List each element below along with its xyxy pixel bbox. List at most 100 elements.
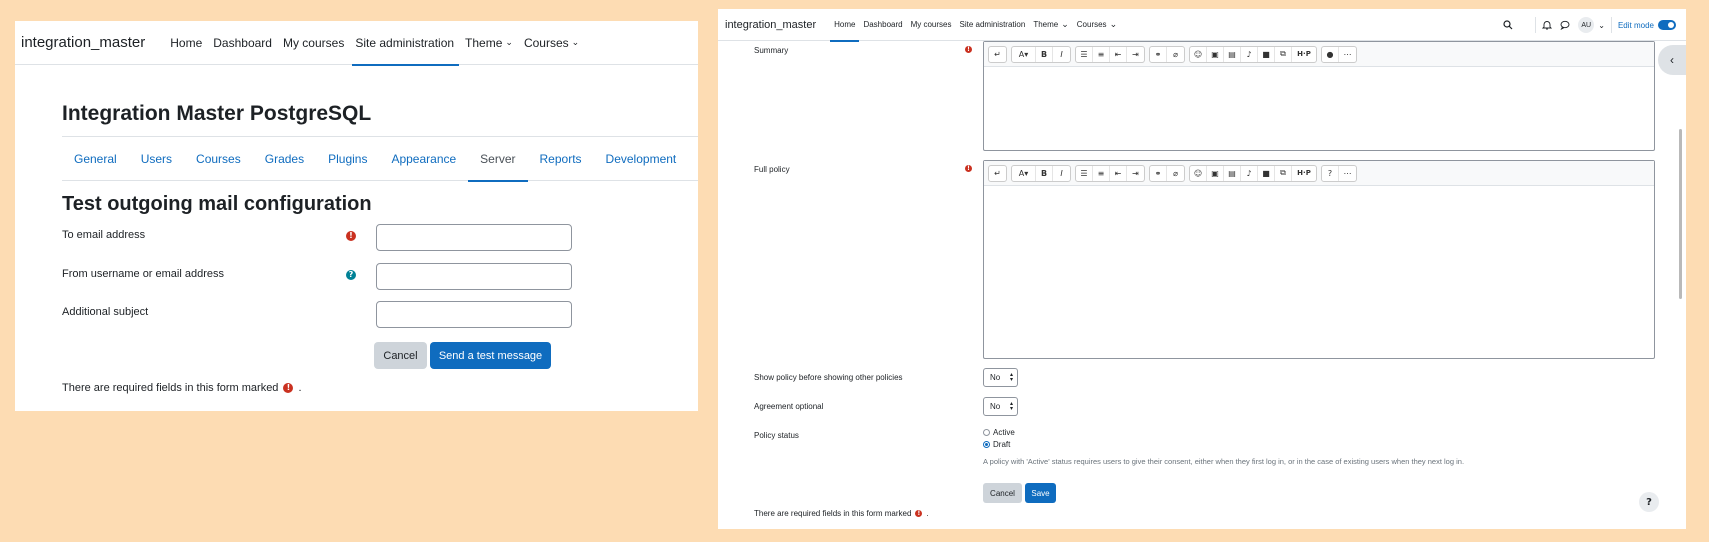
numbered-list-icon[interactable]: ≡ (1093, 46, 1110, 62)
indent-icon[interactable]: ⇥ (1127, 166, 1144, 181)
full-policy-editor: ↵ A▾ B I ☰ ≡ ⇤ ⇥ ⚭ ⌀ ☺ ▣ ▤ ♪ ■ ⧉ H·P ? ⋯ (983, 160, 1655, 359)
radio-button[interactable] (983, 429, 990, 436)
undo-icon[interactable]: ↵ (989, 166, 1006, 181)
numbered-list-icon[interactable]: ≡ (1093, 165, 1110, 181)
site-brand[interactable]: integration_master (725, 19, 816, 31)
required-icon[interactable]: ! (965, 46, 972, 53)
record-audio-icon[interactable]: ♪ (1241, 165, 1258, 181)
required-icon: ! (915, 510, 923, 517)
nav-theme-menu[interactable]: Theme ⌄ (1033, 9, 1068, 41)
accessibility-icon[interactable]: ● (1322, 46, 1339, 62)
nav-theme-label: Theme (1033, 20, 1059, 29)
record-audio-icon[interactable]: ♪ (1241, 46, 1258, 62)
record-video-icon[interactable]: ■ (1258, 46, 1275, 62)
nav-home[interactable]: Home (830, 9, 860, 42)
italic-icon[interactable]: I (1053, 166, 1070, 181)
form-title: Test outgoing mail configuration (62, 193, 372, 215)
radio-button-selected[interactable] (983, 441, 990, 448)
link-icon[interactable]: ⚭ (1150, 46, 1167, 62)
help-icon[interactable]: ? (346, 270, 356, 280)
expand-toolbar-icon[interactable]: ⋯ (1339, 47, 1356, 62)
cancel-button[interactable]: Cancel (374, 342, 427, 369)
nav-home[interactable]: Home (170, 21, 202, 65)
nav-site-administration[interactable]: Site administration (960, 9, 1026, 41)
font-icon[interactable]: A▾ (1012, 165, 1036, 181)
agreement-optional-select[interactable]: No ▴ ▾ (983, 397, 1018, 416)
tab-reports[interactable]: Reports (528, 136, 594, 181)
unlink-icon[interactable]: ⌀ (1167, 166, 1184, 181)
nav-courses-menu[interactable]: Courses ⌄ (524, 21, 579, 65)
tab-appearance[interactable]: Appearance (379, 136, 468, 181)
nav-site-administration[interactable]: Site administration (352, 21, 459, 66)
additional-subject-input[interactable] (376, 301, 572, 328)
record-video-icon[interactable]: ■ (1258, 165, 1275, 181)
select-arrows-icon: ▴ ▾ (1009, 401, 1013, 412)
italic-icon[interactable]: I (1053, 47, 1070, 62)
bold-icon[interactable]: B (1036, 165, 1053, 181)
admin-tabs: General Users Courses Grades Plugins App… (62, 136, 698, 182)
required-icon[interactable]: ! (346, 231, 356, 241)
cancel-button[interactable]: Cancel (983, 483, 1022, 503)
nav-theme-menu[interactable]: Theme ⌄ (465, 21, 513, 65)
nav-dashboard[interactable]: Dashboard (213, 21, 272, 65)
indent-icon[interactable]: ⇥ (1127, 47, 1144, 62)
edit-mode-label: Edit mode (1617, 20, 1654, 30)
expand-toolbar-icon[interactable]: ⋯ (1339, 166, 1356, 181)
edit-mode-toggle[interactable] (1658, 20, 1676, 30)
tab-grades[interactable]: Grades (253, 136, 316, 181)
to-email-input[interactable] (376, 224, 572, 251)
required-note-end: . (298, 382, 302, 394)
outdent-icon[interactable]: ⇤ (1110, 46, 1127, 62)
tab-users[interactable]: Users (129, 136, 184, 181)
status-draft-radio[interactable]: Draft (983, 440, 1010, 449)
unlink-icon[interactable]: ⌀ (1167, 47, 1184, 62)
tab-plugins[interactable]: Plugins (316, 136, 379, 181)
send-test-message-button[interactable]: Send a test message (430, 342, 551, 369)
save-button[interactable]: Save (1025, 483, 1056, 503)
status-active-radio[interactable]: Active (983, 428, 1015, 437)
show-policy-label: Show policy before showing other policie… (754, 373, 903, 382)
image-icon[interactable]: ▣ (1207, 165, 1224, 181)
policy-edit-window: integration_master Home Dashboard My cou… (718, 9, 1686, 529)
bullet-list-icon[interactable]: ☰ (1076, 165, 1093, 181)
media-icon[interactable]: ▤ (1224, 165, 1241, 181)
nav-courses-menu[interactable]: Courses ⌄ (1077, 9, 1117, 41)
chat-icon[interactable] (1560, 20, 1570, 30)
image-icon[interactable]: ▣ (1207, 46, 1224, 62)
link-icon[interactable]: ⚭ (1150, 165, 1167, 181)
emoji-icon[interactable]: ☺ (1190, 46, 1207, 62)
site-brand[interactable]: integration_master (21, 34, 145, 51)
bell-icon[interactable] (1542, 20, 1553, 30)
h5p-icon[interactable]: H·P (1292, 166, 1316, 181)
show-policy-select[interactable]: No ▴ ▾ (983, 368, 1018, 387)
media-icon[interactable]: ▤ (1224, 46, 1241, 62)
required-icon[interactable]: ! (965, 165, 972, 172)
nav-dashboard[interactable]: Dashboard (863, 9, 902, 41)
tab-courses[interactable]: Courses (184, 136, 253, 181)
from-username-input[interactable] (376, 263, 572, 290)
tab-general[interactable]: General (62, 136, 129, 181)
tab-server[interactable]: Server (468, 136, 528, 182)
outdent-icon[interactable]: ⇤ (1110, 165, 1127, 181)
nav-my-courses[interactable]: My courses (911, 9, 952, 41)
avatar[interactable]: AU (1578, 17, 1595, 33)
h5p-icon[interactable]: H·P (1292, 47, 1316, 62)
additional-subject-row: Additional subject (62, 301, 662, 329)
scrollbar[interactable] (1679, 129, 1682, 299)
help-button[interactable]: ? (1639, 492, 1659, 512)
font-icon[interactable]: A▾ (1012, 46, 1036, 62)
undo-icon[interactable]: ↵ (989, 47, 1006, 62)
bold-icon[interactable]: B (1036, 46, 1053, 62)
tab-development[interactable]: Development (594, 136, 689, 181)
manage-files-icon[interactable]: ⧉ (1275, 46, 1292, 62)
full-policy-label: Full policy (754, 165, 790, 174)
drawer-toggle-button[interactable]: ‹ (1658, 45, 1686, 75)
manage-files-icon[interactable]: ⧉ (1275, 165, 1292, 181)
chevron-down-icon[interactable]: ⌄ (1598, 21, 1605, 30)
search-icon[interactable] (1503, 20, 1513, 30)
help-icon[interactable]: ? (1322, 165, 1339, 181)
nav-my-courses[interactable]: My courses (283, 21, 344, 65)
emoji-icon[interactable]: ☺ (1190, 165, 1207, 181)
mail-test-window: integration_master Home Dashboard My cou… (15, 21, 698, 411)
bullet-list-icon[interactable]: ☰ (1076, 46, 1093, 62)
